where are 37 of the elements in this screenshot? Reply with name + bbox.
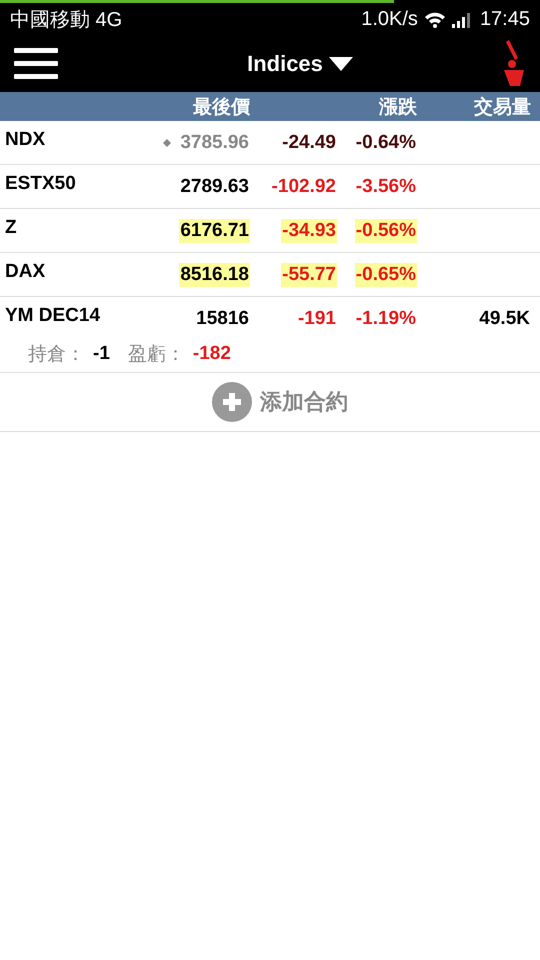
clock-text: 17:45 [480, 8, 530, 31]
price-change: -34.93 [281, 218, 337, 242]
menu-icon[interactable] [14, 47, 58, 81]
last-price: 3785.96 [179, 130, 250, 154]
percent-change: -1.19% [354, 306, 417, 330]
last-price: 8516.18 [179, 262, 250, 286]
symbol-name: YM DEC14 [4, 304, 102, 327]
last-price: 15816 [195, 306, 250, 330]
caret-icon [328, 57, 353, 71]
wifi-icon [424, 11, 446, 28]
position-value: -1 [93, 343, 110, 365]
category-dropdown[interactable]: Indices [247, 51, 353, 77]
position-label: 持倉： [28, 343, 85, 367]
carrier-text: 中國移動 4G [10, 8, 122, 33]
price-change: -55.77 [281, 262, 337, 286]
percent-change: -0.64% [354, 130, 417, 154]
symbol-name: Z [4, 216, 18, 239]
column-header: 交易量 [473, 94, 531, 120]
volume-value: 49.5K [478, 306, 531, 330]
add-contract-button[interactable]: 添加合約 [212, 382, 348, 422]
percent-change: -3.56% [354, 174, 417, 198]
pnl-label: 盈虧： [128, 343, 185, 367]
price-change: -191 [296, 306, 337, 330]
last-price: 2789.63 [179, 174, 250, 198]
plus-icon [212, 382, 252, 422]
symbol-name: DAX [4, 260, 46, 283]
column-header: 漲跌 [378, 94, 417, 120]
price-change: -102.92 [270, 174, 337, 198]
column-header: 最後價 [192, 94, 250, 120]
last-price: 6176.71 [179, 218, 250, 242]
symbol-name: NDX [4, 128, 46, 151]
network-speed: 1.0K/s [361, 8, 418, 31]
pnl-value: -182 [192, 343, 231, 365]
symbol-name: ESTX50 [4, 172, 77, 195]
price-change: -24.49 [281, 130, 337, 154]
percent-change: -0.65% [354, 262, 417, 286]
percent-change: -0.56% [354, 218, 417, 242]
